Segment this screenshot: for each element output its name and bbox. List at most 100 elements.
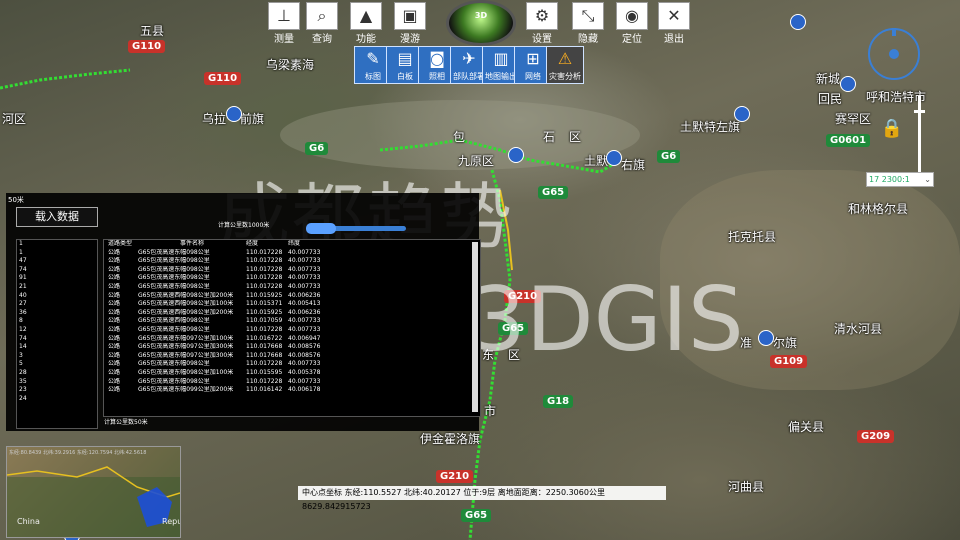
map-label: 河区 [2,112,27,126]
road-shield: G65 [461,509,492,522]
table-row[interactable]: 公路 G65包茂高速东幅097公里加100米 110.016722 40.006947 [104,335,480,344]
road-shield: G0601 [826,134,871,147]
list-item[interactable]: 74 [17,266,97,275]
table-row[interactable]: 公路 G65包茂高速东幅098公里 110.017228 40.007733 [104,257,480,266]
list-item[interactable]: 74 [17,335,97,344]
table-row[interactable]: 公路 G65包茂高速东幅098公里 110.017228 40.007733 [104,283,480,292]
road-shield: G210 [436,470,474,483]
query-button[interactable]: ⌕ 查询 [306,2,338,45]
disaster-analysis-icon: ⚠ [557,49,573,68]
compass-control[interactable] [868,28,920,80]
location-pin[interactable] [790,14,806,30]
table-cell: 110.017228 [246,265,283,273]
id-list[interactable]: 1 1 47 74 91 21 40 27 36 8 12 74 14 3 5 28 35 23 24 [16,239,98,429]
table-row[interactable]: 公路 G65包茂高速东幅097公里加300米 110.017668 40.008576 [104,352,480,361]
table-cell: G65包茂高速东幅098公里加100米 [138,368,234,376]
table-cell: 公路 [108,282,121,290]
table-row[interactable]: 公路 G65包茂高速东幅098公里加100米 110.015595 40.005378 [104,369,480,378]
function-icon: ▲ [350,2,382,30]
table-cell: 40.007733 [288,257,321,265]
location-pin[interactable] [226,106,242,122]
table-cell: G65包茂高速东幅098公里 [138,265,210,273]
list-item[interactable]: 36 [17,309,97,318]
list-item[interactable]: 27 [17,300,97,309]
function-label: 功能 [356,34,376,45]
table-cell: 公路 [108,274,121,282]
roam-label: 漫游 [400,34,420,45]
overview-minimap[interactable]: China Repu 东经:80.8439 北纬:39.2916 东经:120.… [6,446,181,538]
locate-button[interactable]: ◉ 定位 [616,2,648,45]
list-item[interactable]: 35 [17,378,97,387]
map-label: 准 [740,336,753,350]
table-row[interactable]: 公路 G65包茂高速东幅098公里 110.017228 40.007733 [104,360,480,369]
table-row[interactable]: 公路 G65包茂高速东幅098公里 110.017228 40.007733 [104,274,480,283]
table-cell: 110.017228 [246,325,283,333]
function-button[interactable]: ▲ 功能 [350,2,382,45]
event-table[interactable]: 道路类型 事件名称 经度 纬度 公路 G65包茂高速东幅098公里 110.017228 4… [103,239,481,417]
3d-mode-button[interactable]: 3D [446,0,516,46]
load-data-button[interactable]: 载入数据 [16,207,98,227]
list-item[interactable]: 3 [17,352,97,361]
scale-display[interactable]: 17 2300:1 ⌄ [866,172,934,187]
location-pin[interactable] [606,150,622,166]
list-item[interactable]: 5 [17,360,97,369]
map-label: 赛罕区 [835,112,872,126]
distance-slider-handle[interactable] [306,223,336,234]
exit-button[interactable]: ✕ 退出 [658,2,690,45]
list-item[interactable]: 24 [17,395,97,404]
table-row[interactable]: 公路 G65包茂高速东幅098公里 110.017228 40.007733 [104,249,480,258]
map-label: 东 [482,348,495,362]
location-pin[interactable] [734,106,750,122]
list-item[interactable]: 8 [17,317,97,326]
table-row[interactable]: 公路 G65包茂高速东幅098公里 110.017228 40.007733 [104,378,480,387]
map-label: 呼和浩特市 [866,90,927,104]
list-item[interactable]: 28 [17,369,97,378]
settings-button[interactable]: ⚙ 设置 [526,2,558,45]
distance-slider[interactable] [306,223,406,234]
road-shield: G209 [857,430,895,443]
location-pin[interactable] [758,330,774,346]
table-row[interactable]: 公路 G65包茂高速东幅097公里加300米 110.017668 40.008576 [104,343,480,352]
disaster-analysis-button[interactable]: ⚠ 灾害分析 [546,46,584,84]
table-cell: 公路 [108,386,121,394]
list-item[interactable]: 1 [17,240,97,249]
list-item[interactable]: 23 [17,386,97,395]
map-label: 五县 [140,24,165,38]
table-cell: 110.017059 [246,317,283,325]
roam-button[interactable]: ▣ 漫游 [394,2,426,45]
list-item[interactable]: 91 [17,274,97,283]
measure-button[interactable]: ⊥ 测量 [268,2,300,45]
minimap-label-republic: Repu [162,517,181,526]
table-row[interactable]: 公路 G65包茂高速西幅098公里加200米 110.015925 40.006236 [104,292,480,301]
hide-button[interactable]: ⤡ 隐藏 [572,2,604,45]
table-row[interactable]: 公路 G65包茂高速东幅099公里加200米 110.016142 40.006178 [104,386,480,395]
table-cell: G65包茂高速东幅098公里 [138,274,210,282]
table-scrollbar[interactable] [472,242,478,412]
table-row[interactable]: 公路 G65包茂高速东幅098公里 110.017228 40.007733 [104,266,480,275]
table-cell: 40.007733 [288,282,321,290]
zoom-slider[interactable] [914,96,925,180]
zoom-slider-handle[interactable] [914,110,925,113]
table-cell: 110.017228 [246,248,283,256]
location-pin[interactable] [840,76,856,92]
list-item[interactable]: 47 [17,257,97,266]
list-item[interactable]: 12 [17,326,97,335]
table-cell: 40.008576 [288,343,321,351]
table-row[interactable]: 公路 G65包茂高速东幅098公里 110.017228 40.007733 [104,326,480,335]
table-row[interactable]: 公路 G65包茂高速西幅098公里 110.017059 40.007733 [104,317,480,326]
location-pin[interactable] [508,147,524,163]
list-item[interactable]: 14 [17,343,97,352]
table-cell: 110.017228 [246,257,283,265]
exit-label: 退出 [664,34,684,45]
table-cell: 公路 [108,291,121,299]
list-item[interactable]: 40 [17,292,97,301]
list-item[interactable]: 21 [17,283,97,292]
list-item[interactable]: 1 [17,249,97,258]
table-cell: 40.007733 [288,265,321,273]
road-shield: G109 [770,355,808,368]
table-row[interactable]: 公路 G65包茂高速西幅098公里加200米 110.015925 40.006236 [104,309,480,318]
lock-icon[interactable]: 🔒 [878,118,906,140]
table-row[interactable]: 公路 G65包茂高速西幅098公里加100米 110.015371 40.005413 [104,300,480,309]
road-shield: G6 [305,142,329,155]
panel-footer: 计算公里数50米 [104,419,148,426]
